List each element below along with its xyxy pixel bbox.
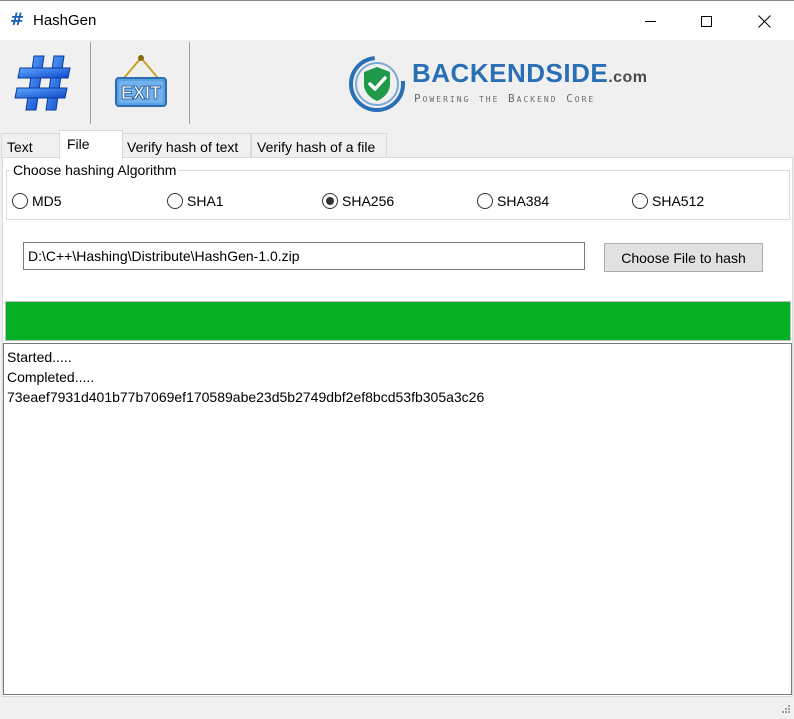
radio-label: SHA384 <box>497 193 550 209</box>
radio-button-icon <box>632 193 648 209</box>
minimize-icon <box>644 20 656 22</box>
brand-name: BACKENDSIDE.com <box>412 58 648 88</box>
log-line: Started..... <box>7 349 72 365</box>
toolbar-separator <box>90 42 91 124</box>
hash-progress-bar <box>5 301 791 341</box>
window-title: HashGen <box>33 12 97 29</box>
radio-md5[interactable]: MD5 <box>12 193 62 209</box>
tab-verify-file[interactable]: Verify hash of a file <box>251 133 387 158</box>
output-log[interactable]: Started..... Completed..... 73eaef7931d4… <box>3 343 792 695</box>
shield-check-icon <box>349 56 405 112</box>
radio-button-icon <box>12 193 28 209</box>
close-button[interactable] <box>736 1 792 41</box>
maximize-icon <box>700 15 712 27</box>
maximize-button[interactable] <box>678 1 734 41</box>
status-bar <box>0 698 794 719</box>
progress-fill <box>6 302 790 340</box>
tab-text[interactable]: Text <box>1 133 61 158</box>
file-tab-panel: Choose hashing Algorithm MD5 SHA1 SHA256… <box>2 157 793 697</box>
radio-label: MD5 <box>32 193 62 209</box>
radio-button-icon <box>167 193 183 209</box>
algorithm-group: Choose hashing Algorithm MD5 SHA1 SHA256… <box>6 162 790 220</box>
log-line: Completed..... <box>7 369 95 385</box>
file-path-field[interactable]: D:\C++\Hashing\Distribute\HashGen-1.0.zi… <box>23 242 585 270</box>
exit-sign-icon: EXIT <box>115 55 167 107</box>
radio-sha1[interactable]: SHA1 <box>167 193 224 209</box>
radio-sha384[interactable]: SHA384 <box>477 193 549 209</box>
algorithm-group-title: Choose hashing Algorithm <box>11 162 179 178</box>
radio-sha256[interactable]: SHA256 <box>322 193 394 209</box>
resize-grip-icon[interactable] <box>779 704 791 716</box>
radio-sha512[interactable]: SHA512 <box>632 193 704 209</box>
toolbar-separator <box>189 42 190 124</box>
radio-label: SHA1 <box>187 193 224 209</box>
minimize-button[interactable] <box>622 1 678 41</box>
radio-label: SHA256 <box>342 193 395 209</box>
brand-logo: BACKENDSIDE.com Powering the Backend Cor… <box>348 52 648 114</box>
toolbar: EXIT BACKENDSIDE.com Powering the Backen… <box>0 40 794 130</box>
title-bar[interactable]: # HashGen <box>0 0 794 40</box>
close-icon <box>758 15 771 28</box>
tab-file[interactable]: File <box>59 130 123 159</box>
app-hash-icon: # <box>10 10 25 30</box>
exit-label: EXIT <box>121 83 161 103</box>
radio-label: SHA512 <box>652 193 705 209</box>
tab-verify-text[interactable]: Verify hash of text <box>121 133 251 158</box>
hash-toolbar-button[interactable] <box>14 50 74 116</box>
hash-icon <box>14 55 71 111</box>
choose-file-button[interactable]: Choose File to hash <box>604 243 763 272</box>
radio-button-icon <box>477 193 493 209</box>
exit-toolbar-button[interactable]: EXIT <box>110 54 172 110</box>
radio-button-selected-icon <box>322 193 338 209</box>
brand-tagline: Powering the Backend Core <box>414 92 596 105</box>
tab-strip: Text File Verify hash of text Verify has… <box>0 130 794 159</box>
hash-result: 73eaef7931d401b77b7069ef170589abe23d5b27… <box>7 389 485 405</box>
